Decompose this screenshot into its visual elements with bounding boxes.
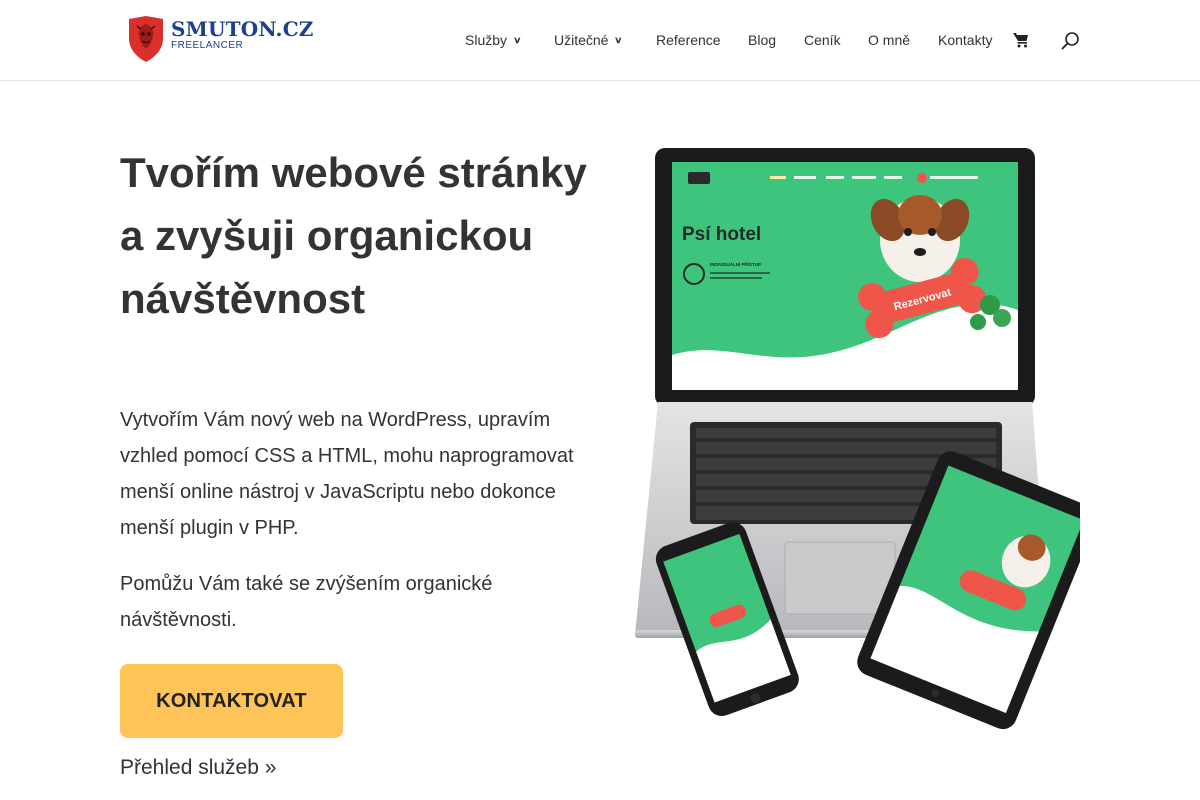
shopping-cart-icon[interactable] — [1013, 32, 1029, 48]
nav-item-o-mne[interactable]: O mně — [868, 31, 910, 49]
nav-item-cenik[interactable]: Ceník — [804, 31, 841, 49]
site-header: SMUTON.CZ FREELANCER Služby ∨ Užitečné ∨… — [0, 0, 1200, 81]
nav-item-label: Blog — [748, 32, 777, 48]
contact-button[interactable]: KONTAKTOVAT — [120, 664, 343, 738]
nav-item-label: Reference — [656, 32, 721, 48]
nav-item-label: Služby — [465, 32, 508, 48]
chevron-down-icon: ∨ — [614, 35, 624, 45]
hero-paragraph-2: Pomůžu Vám také se zvýšením organické ná… — [120, 573, 493, 631]
nav-item-uzitecne[interactable]: Užitečné ∨ — [554, 31, 624, 49]
nav-item-label: Ceník — [804, 32, 841, 48]
search-icon[interactable] — [1061, 31, 1080, 50]
mockup-feature-label: INDIVIDUÁLNÍ PŘÍSTUP — [710, 260, 761, 267]
mockup-site-title: Psí hotel — [682, 224, 761, 245]
chevron-down-icon: ∨ — [513, 35, 522, 45]
nav-item-reference[interactable]: Reference — [656, 31, 721, 49]
hero-paragraph-1: Vytvořím Vám nový web na WordPress, upra… — [120, 409, 574, 539]
nav-item-kontakty[interactable]: Kontakty — [938, 31, 992, 49]
nav-item-sluzby[interactable]: Služby ∨ — [465, 31, 522, 49]
nav-item-blog[interactable]: Blog — [748, 31, 776, 49]
nav-item-label: O mně — [868, 32, 911, 48]
services-overview-link[interactable]: Přehled služeb » — [120, 755, 276, 781]
laptop-screen: Rezervovat Psí hotel INDIVIDUÁLNÍ PŘÍSTU… — [655, 148, 1035, 406]
nav-item-label: Kontakty — [938, 32, 993, 48]
nav-item-label: Užitečné — [554, 32, 609, 48]
hero-title: Tvořím webové stránky a zvyšuji organick… — [120, 149, 587, 322]
devices-mockup-image: Rezervovat Psí hotel INDIVIDUÁLNÍ PŘÍSTU… — [635, 148, 1080, 730]
